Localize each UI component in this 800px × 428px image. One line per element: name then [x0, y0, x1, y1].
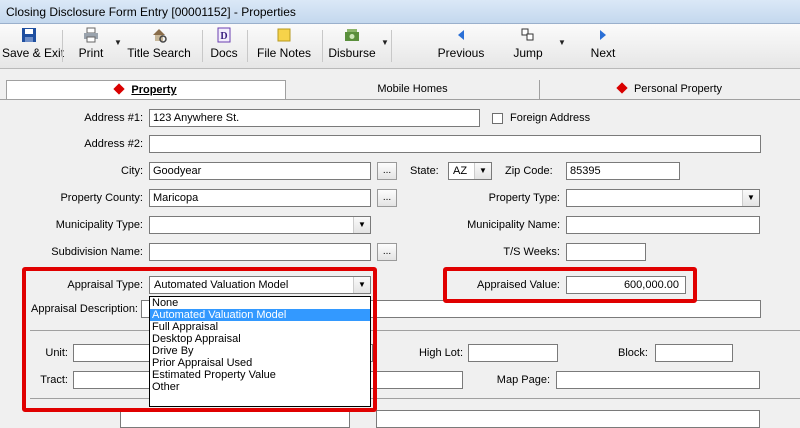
address2-field[interactable]: [149, 135, 761, 153]
previous-button[interactable]: Previous: [432, 27, 490, 65]
required-marker-icon: [113, 83, 126, 95]
subdivision-label: Subdivision Name:: [51, 246, 143, 258]
address2-label: Address #2:: [84, 138, 143, 150]
zip-label: Zip Code:: [505, 165, 553, 177]
arrow-left-icon: [458, 30, 464, 40]
previous-label: Previous: [437, 46, 485, 60]
printer-icon: [84, 27, 98, 43]
toolbar-divider: [322, 30, 323, 62]
toolbar-divider: [62, 30, 63, 62]
high-lot-field[interactable]: [468, 344, 558, 362]
toolbar: Save & Exit Print ▼ Title Search D Docs …: [0, 24, 800, 69]
municipality-type-label: Municipality Type:: [55, 219, 143, 231]
jump-icon: [521, 28, 534, 41]
city-field[interactable]: Goodyear: [149, 162, 371, 180]
state-label: State:: [410, 165, 439, 177]
docs-button[interactable]: D Docs: [207, 27, 241, 65]
county-lookup-button[interactable]: ...: [377, 189, 397, 207]
docs-label: Docs: [210, 46, 238, 60]
lower-field[interactable]: [120, 410, 350, 428]
tab-personal-property-label: Personal Property: [633, 83, 723, 95]
print-dropdown-icon[interactable]: ▼: [114, 38, 122, 47]
tab-mobile-homes-label: Mobile Homes: [377, 83, 448, 95]
disburse-button[interactable]: Disburse: [327, 27, 377, 65]
lower-field[interactable]: [376, 410, 760, 428]
file-notes-label: File Notes: [256, 46, 312, 60]
title-search-button[interactable]: Title Search: [122, 27, 196, 65]
municipality-type-select[interactable]: ▼: [149, 216, 371, 234]
save-exit-button[interactable]: Save & Exit: [2, 27, 64, 65]
next-label: Next: [590, 46, 616, 60]
title-search-label: Title Search: [127, 46, 191, 60]
state-select[interactable]: AZ ▼: [448, 162, 492, 180]
foreign-address-label: Foreign Address: [510, 112, 591, 124]
county-label: Property County:: [60, 192, 143, 204]
toolbar-divider: [247, 30, 248, 62]
property-type-label: Property Type:: [488, 192, 560, 204]
city-label: City:: [121, 165, 143, 177]
note-icon: [277, 28, 291, 42]
file-notes-button[interactable]: File Notes: [252, 27, 316, 65]
address1-label: Address #1:: [84, 112, 143, 124]
window-title: Closing Disclosure Form Entry [00001152]…: [0, 0, 800, 24]
block-field[interactable]: [655, 344, 733, 362]
toolbar-divider: [391, 30, 392, 62]
map-page-field[interactable]: [556, 371, 760, 389]
chevron-down-icon: ▼: [353, 217, 370, 233]
svg-text:D: D: [220, 31, 227, 42]
house-search-icon: [153, 29, 167, 43]
toolbar-divider: [202, 30, 203, 62]
foreign-address-checkbox[interactable]: [492, 113, 503, 124]
disburse-icon: [345, 29, 359, 41]
docs-icon: D: [217, 27, 231, 43]
print-label: Print: [78, 46, 104, 60]
jump-label: Jump: [513, 46, 543, 60]
address1-field[interactable]: 123 Anywhere St.: [149, 109, 480, 127]
chevron-down-icon: ▼: [742, 190, 759, 206]
subdivision-lookup-button[interactable]: ...: [377, 243, 397, 261]
disburse-label: Disburse: [328, 46, 376, 60]
appraised-value-highlight: [443, 267, 697, 303]
high-lot-label: High Lot:: [418, 347, 463, 359]
required-marker-icon: [616, 82, 628, 94]
save-icon: [22, 28, 36, 42]
state-value: AZ: [453, 165, 468, 177]
tab-mobile-homes[interactable]: Mobile Homes: [286, 80, 540, 99]
zip-field[interactable]: 85395: [566, 162, 680, 180]
county-field[interactable]: Maricopa: [149, 189, 371, 207]
block-label: Block:: [618, 347, 648, 359]
chevron-down-icon: ▼: [474, 163, 491, 179]
arrow-right-icon: [600, 30, 606, 40]
city-lookup-button[interactable]: ...: [377, 162, 397, 180]
tab-property-label: Property: [131, 84, 177, 96]
ts-weeks-label: T/S Weeks:: [503, 246, 560, 258]
map-page-label: Map Page:: [496, 374, 550, 386]
property-type-select[interactable]: ▼: [566, 189, 760, 207]
disburse-dropdown-icon[interactable]: ▼: [381, 38, 389, 47]
ts-weeks-field[interactable]: [566, 243, 646, 261]
tab-personal-property[interactable]: Personal Property: [540, 80, 800, 99]
jump-dropdown-icon[interactable]: ▼: [558, 38, 566, 47]
tab-property[interactable]: Property: [6, 80, 286, 99]
save-exit-label: Save & Exit: [2, 46, 65, 60]
jump-button[interactable]: Jump: [508, 27, 548, 65]
print-button[interactable]: Print: [72, 27, 110, 65]
municipality-name-label: Municipality Name:: [467, 219, 560, 231]
next-button[interactable]: Next: [586, 27, 620, 65]
tab-strip: Property Mobile Homes Personal Property: [0, 80, 800, 99]
appraisal-type-highlight: [22, 267, 377, 412]
subdivision-field[interactable]: [149, 243, 371, 261]
municipality-name-field[interactable]: [566, 216, 760, 234]
